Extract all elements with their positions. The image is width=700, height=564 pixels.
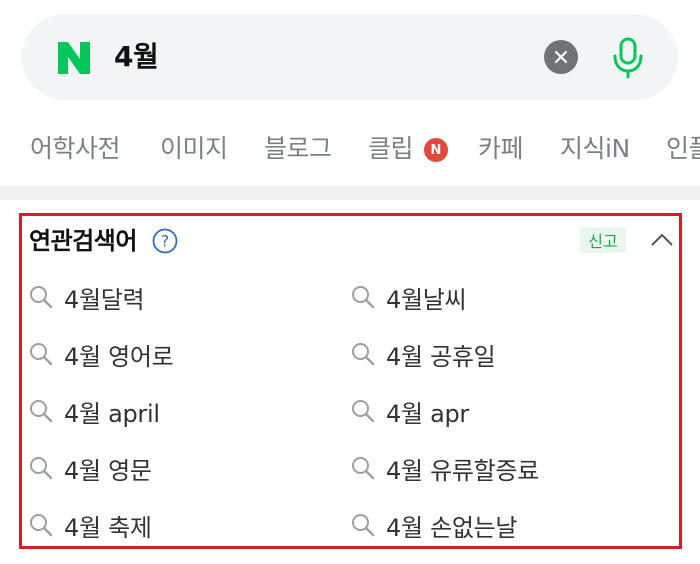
related-keyword[interactable]: 4월날씨 <box>350 277 467 317</box>
search-icon <box>352 514 375 537</box>
related-keyword[interactable]: 4월 april <box>28 391 160 431</box>
search-bar[interactable]: 4월 <box>22 14 678 100</box>
report-button[interactable]: 신고 <box>580 227 626 253</box>
related-searches-panel: 연관검색어 ? 신고 4월달력 4월날씨 4월 영어로 4월 공휴일 4월 ap… <box>19 213 682 549</box>
tab-cafe[interactable]: 카페 <box>478 132 524 166</box>
related-keyword[interactable]: 4월 축제 <box>28 505 152 545</box>
tab-clip[interactable]: 클립 <box>368 132 414 166</box>
related-keyword-label: 4월달력 <box>64 285 145 314</box>
related-keyword-label: 4월 april <box>64 399 160 428</box>
related-keyword-label: 4월 유류할증료 <box>386 456 539 485</box>
search-input[interactable]: 4월 <box>114 39 159 75</box>
collapse-button[interactable] <box>648 227 676 253</box>
related-keyword-label: 4월 영어로 <box>64 342 174 371</box>
search-icon <box>352 286 375 309</box>
related-keyword[interactable]: 4월 apr <box>350 391 469 431</box>
search-tabs: 어학사전 이미지 블로그 클립 N 카페 지식iN 인플 <box>0 128 700 172</box>
search-icon <box>352 400 375 423</box>
search-icon <box>30 514 53 537</box>
tab-knowledge-in[interactable]: 지식iN <box>560 132 630 166</box>
related-keyword[interactable]: 4월 공휴일 <box>350 334 496 374</box>
related-keyword[interactable]: 4월달력 <box>28 277 145 317</box>
search-icon <box>30 286 53 309</box>
related-keyword[interactable]: 4월 영어로 <box>28 334 174 374</box>
tab-dictionary[interactable]: 어학사전 <box>30 132 121 166</box>
related-keyword-label: 4월 apr <box>386 399 469 428</box>
search-icon <box>30 400 53 423</box>
voice-search-button[interactable] <box>606 34 650 82</box>
related-searches-title: 연관검색어 <box>29 227 137 255</box>
related-keyword[interactable]: 4월 영문 <box>28 448 152 488</box>
close-icon <box>554 50 568 64</box>
section-divider <box>0 186 700 200</box>
related-keyword-label: 4월 영문 <box>64 456 152 485</box>
clear-search-button[interactable] <box>544 40 578 74</box>
microphone-icon <box>613 37 643 79</box>
naver-logo-icon[interactable] <box>56 40 92 76</box>
search-icon <box>30 457 53 480</box>
new-badge: N <box>424 138 448 162</box>
help-icon[interactable]: ? <box>152 228 178 254</box>
chevron-up-icon <box>651 233 673 246</box>
related-keyword[interactable]: 4월 유류할증료 <box>350 448 539 488</box>
tab-blog[interactable]: 블로그 <box>264 132 332 166</box>
search-icon <box>30 343 53 366</box>
search-icon <box>352 457 375 480</box>
related-keyword[interactable]: 4월 손없는날 <box>350 505 518 545</box>
search-icon <box>352 343 375 366</box>
related-keyword-label: 4월 손없는날 <box>386 513 518 542</box>
related-keyword-label: 4월 공휴일 <box>386 342 496 371</box>
related-keyword-label: 4월날씨 <box>386 285 467 314</box>
tab-influencer[interactable]: 인플 <box>666 132 700 166</box>
tab-images[interactable]: 이미지 <box>160 132 228 166</box>
help-symbol: ? <box>161 232 170 251</box>
related-keyword-label: 4월 축제 <box>64 513 152 542</box>
